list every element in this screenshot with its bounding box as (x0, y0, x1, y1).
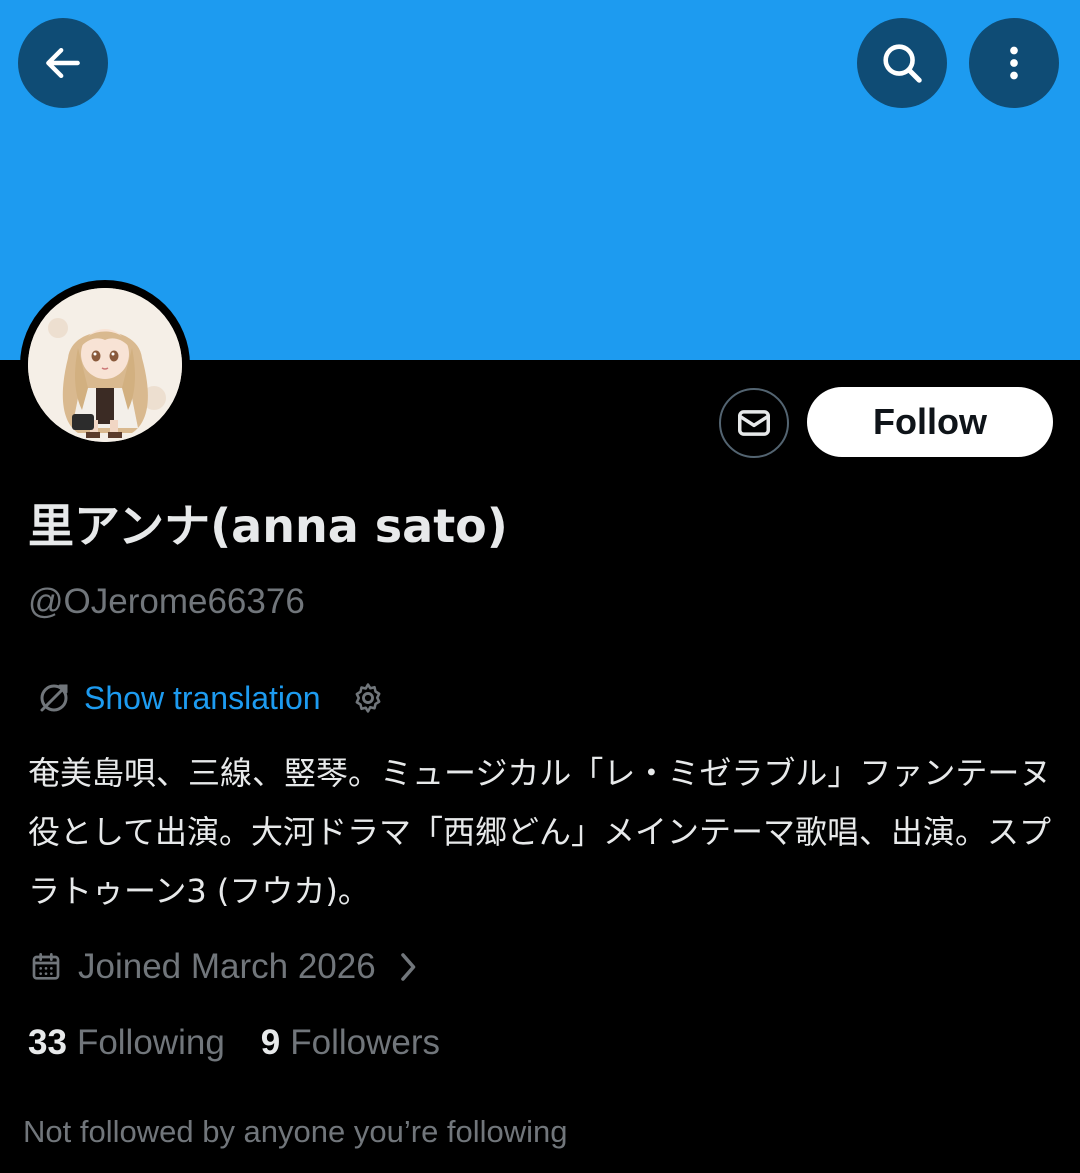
more-options-button[interactable] (969, 18, 1059, 108)
search-icon (883, 44, 922, 83)
following-label: Following (76, 1023, 225, 1062)
following-stat[interactable]: 33 Following (28, 1023, 225, 1063)
envelope-icon (738, 410, 770, 436)
joined-date-row[interactable]: Joined March 2026 (30, 944, 420, 990)
follow-stats: 33 Following 9 Followers (28, 1020, 440, 1066)
followers-stat[interactable]: 9 Followers (261, 1023, 440, 1063)
mutual-followers-note: Not followed by anyone you’re following (23, 1114, 568, 1149)
display-name: 里アンナ(anna sato) (28, 499, 508, 553)
back-button[interactable] (18, 18, 108, 108)
avatar (28, 288, 182, 442)
translation-row: Show translation (36, 676, 385, 720)
arrow-left-icon (46, 47, 80, 79)
translate-icon (40, 684, 68, 712)
followers-label: Followers (290, 1023, 441, 1062)
more-vertical-icon (1010, 46, 1018, 80)
show-translation-link[interactable]: Show translation (84, 680, 321, 717)
calendar-icon (32, 953, 60, 980)
follow-button[interactable]: Follow (807, 387, 1053, 457)
search-button[interactable] (857, 18, 947, 108)
followers-count: 9 (260, 1023, 281, 1062)
profile-bio: 奄美島唄、三線、竪琴。ミュージカル「レ・ミゼラブル」ファンテーヌ役として出演。大… (28, 754, 1052, 910)
joined-chevron (398, 952, 420, 982)
joined-date-text: Joined March 2026 (78, 947, 376, 986)
translation-settings-button[interactable] (351, 681, 385, 715)
user-handle: @OJerome66376 (28, 582, 305, 621)
avatar-frame[interactable] (20, 280, 190, 450)
gear-icon (355, 683, 381, 713)
anime-girl-avatar-icon (28, 288, 182, 442)
following-count: 33 (28, 1023, 67, 1062)
chevron-right-icon (400, 953, 416, 981)
message-button[interactable] (719, 388, 789, 458)
follow-button-label: Follow (873, 401, 987, 442)
